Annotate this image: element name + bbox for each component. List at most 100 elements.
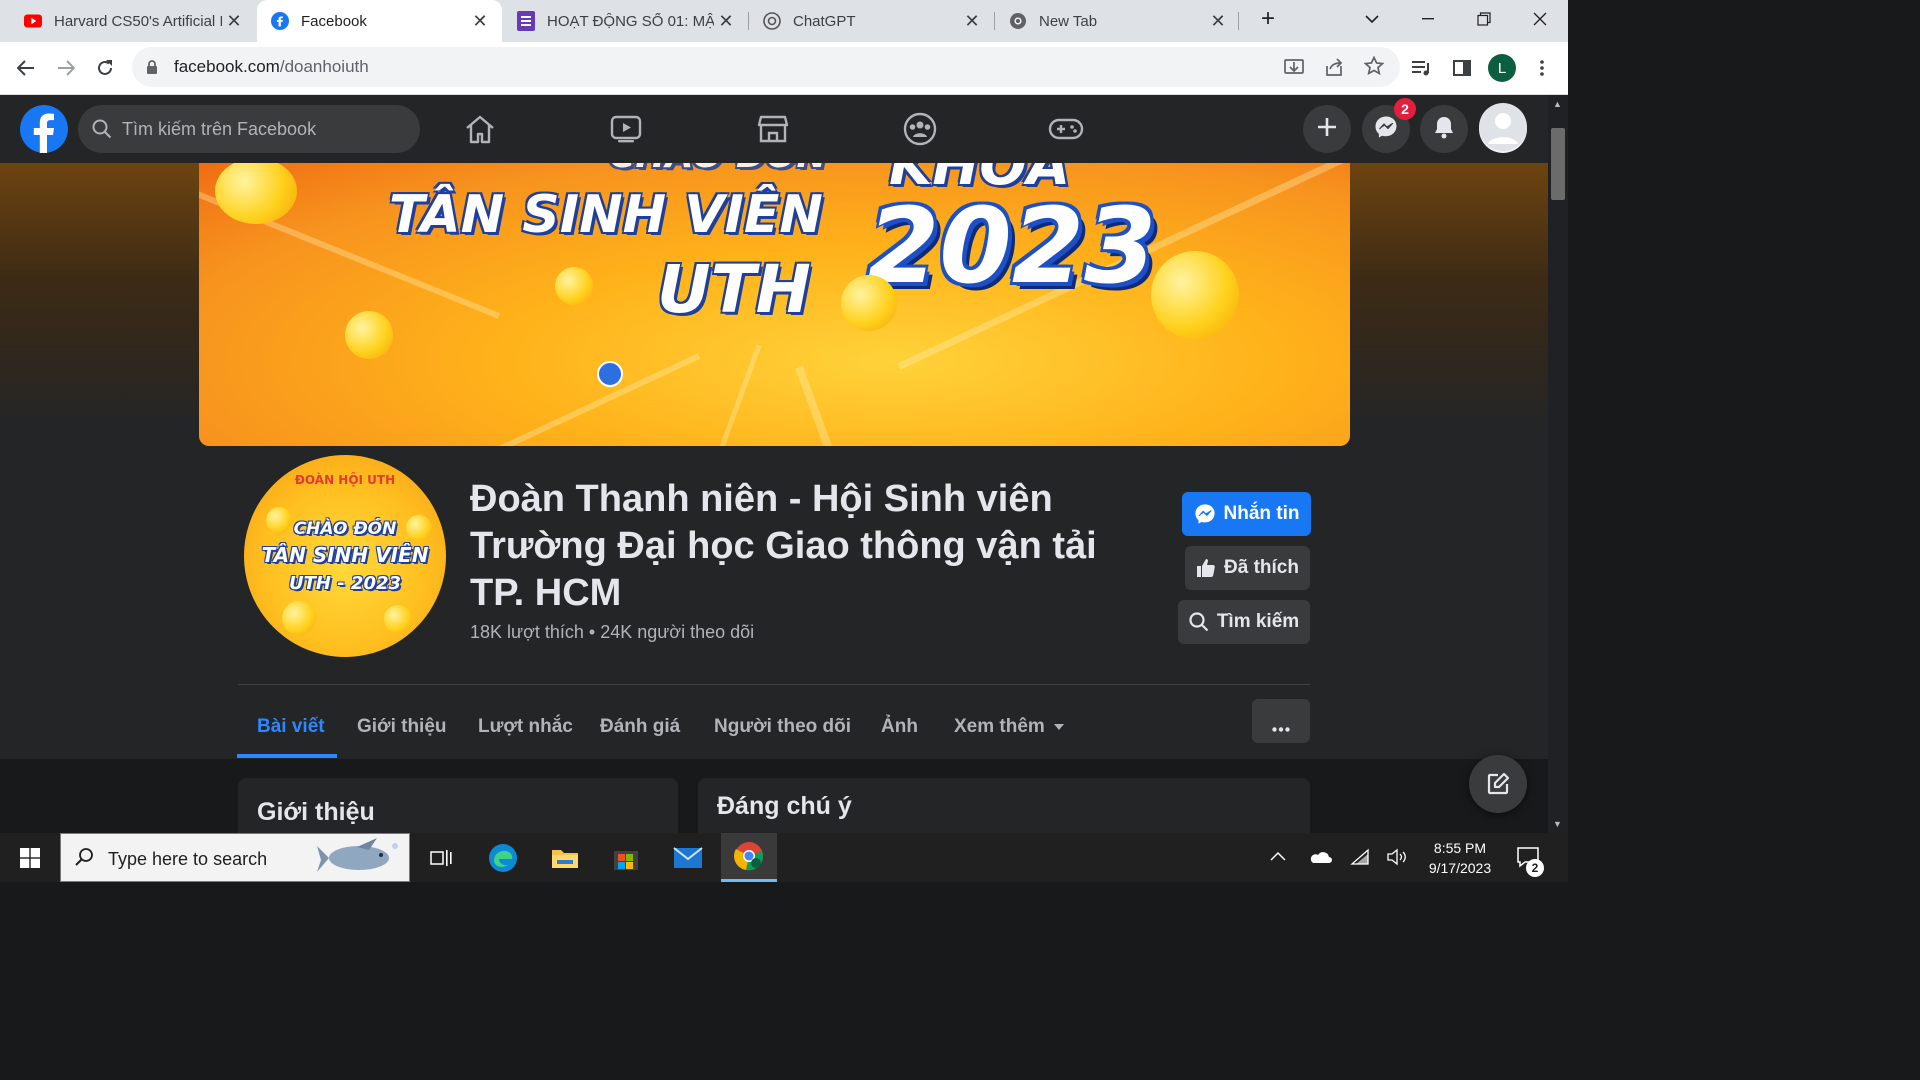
notification-count-badge: 2 xyxy=(1526,859,1544,877)
new-message-button[interactable] xyxy=(1469,755,1527,813)
restore-button[interactable] xyxy=(1456,0,1512,38)
home-nav-icon[interactable] xyxy=(458,107,502,151)
avatar-line2: TÂN SINH VIÊN xyxy=(261,543,429,567)
windows-start-icon[interactable] xyxy=(2,833,58,882)
notifications-button[interactable] xyxy=(1420,105,1468,153)
tab-posts[interactable]: Bài viết xyxy=(257,698,325,756)
close-window-button[interactable] xyxy=(1512,0,1568,38)
file-explorer-icon[interactable] xyxy=(537,833,593,882)
browser-menu-icon[interactable] xyxy=(1526,52,1558,84)
url-path: /doanhoiuth xyxy=(279,57,369,76)
close-icon[interactable]: ✕ xyxy=(714,11,738,32)
intro-card-title: Giới thiệu xyxy=(257,798,375,826)
chrome-taskbar-icon[interactable] xyxy=(721,833,777,882)
bookmark-star-icon[interactable] xyxy=(1363,55,1385,81)
page-title: Đoàn Thanh niên - Hội Sinh viên Trường Đ… xyxy=(470,478,1097,614)
heart-eyes-emoji-icon xyxy=(345,311,393,359)
groups-nav-icon[interactable] xyxy=(898,107,942,151)
wink-emoji-icon-large xyxy=(1151,251,1239,339)
new-tab-button[interactable]: + xyxy=(1240,0,1296,38)
volume-icon[interactable] xyxy=(1387,848,1409,871)
more-options-button[interactable] xyxy=(1252,699,1310,743)
cover-photo[interactable]: CHÀO ĐÓN KHÓA TÂN SINH VIÊN UTH 2023 xyxy=(199,163,1350,446)
marketplace-nav-icon[interactable] xyxy=(751,107,795,151)
message-button-label: Nhắn tin xyxy=(1223,503,1300,524)
scrollbar-thumb[interactable] xyxy=(1551,128,1565,200)
chevron-up-icon[interactable] xyxy=(1270,848,1286,866)
plus-icon xyxy=(1317,117,1337,142)
profile-initial: L xyxy=(1488,54,1516,82)
mail-icon[interactable] xyxy=(660,833,716,882)
tab-new-tab[interactable]: New Tab ✕ xyxy=(995,0,1240,42)
tab-mentions[interactable]: Lượt nhắc xyxy=(478,698,573,756)
page-profile-picture[interactable]: ĐOÀN HỘI UTH CHÀO ĐÓN TÂN SINH VIÊN UTH … xyxy=(240,451,450,661)
close-icon[interactable]: ✕ xyxy=(468,11,492,32)
url-text: facebook.com/doanhoiuth xyxy=(174,57,369,77)
reload-button[interactable] xyxy=(89,52,121,84)
search-highlight-fish-icon xyxy=(317,838,403,883)
tab-youtube[interactable]: Harvard CS50's Artificial Ir ✕ xyxy=(0,0,256,42)
cover-year: 2023 xyxy=(867,185,1157,307)
liked-button[interactable]: Đã thích xyxy=(1185,546,1310,590)
close-icon[interactable]: ✕ xyxy=(222,11,246,32)
message-button[interactable]: Nhắn tin xyxy=(1182,492,1311,536)
minimize-button[interactable] xyxy=(1400,0,1456,38)
tab-more[interactable]: Xem thêm xyxy=(954,698,1065,756)
close-icon[interactable]: ✕ xyxy=(1206,11,1230,32)
tab-search-chevron-icon[interactable] xyxy=(1344,0,1400,38)
tab-photos[interactable]: Ảnh xyxy=(881,698,918,756)
watch-nav-icon[interactable] xyxy=(604,107,648,151)
facebook-search-input[interactable]: Tìm kiếm trên Facebook xyxy=(78,105,420,153)
emoji-icon xyxy=(406,515,432,541)
install-app-icon[interactable] xyxy=(1284,57,1304,82)
thumbs-up-icon xyxy=(1196,558,1216,578)
taskbar-search-input[interactable]: Type here to search xyxy=(60,833,410,882)
onedrive-icon[interactable] xyxy=(1308,850,1332,869)
chrome-icon xyxy=(1009,12,1027,30)
side-panel-icon[interactable] xyxy=(1446,52,1478,84)
cover-school-name: UTH xyxy=(657,251,811,328)
gaming-nav-icon[interactable] xyxy=(1044,107,1088,151)
media-controls-icon[interactable] xyxy=(1406,52,1438,84)
cover-headline: TÂN SINH VIÊN xyxy=(389,185,823,245)
windows-taskbar: Type here to search 8:55 PM 9/17/2023 2 xyxy=(0,833,1568,882)
blue-ball-icon xyxy=(597,361,623,387)
lock-icon[interactable] xyxy=(146,59,158,80)
smile-emoji-icon xyxy=(215,163,297,224)
page-scrollbar[interactable]: ▲ ▼ xyxy=(1548,95,1568,833)
browser-toolbar: facebook.com/doanhoiuth L xyxy=(0,42,1568,95)
back-button[interactable] xyxy=(10,52,42,84)
tab-forms[interactable]: HOẠT ĐỘNG SỐ 01: MẬT ✕ xyxy=(503,0,748,42)
facebook-logo-icon[interactable] xyxy=(20,105,68,158)
emoji-icon xyxy=(384,605,412,633)
close-icon[interactable]: ✕ xyxy=(960,11,984,32)
tab-facebook[interactable]: Facebook ✕ xyxy=(257,0,502,42)
scroll-down-arrow-icon[interactable]: ▼ xyxy=(1553,819,1562,829)
search-icon xyxy=(92,119,112,144)
tab-followers[interactable]: Người theo dõi xyxy=(714,698,851,756)
profile-avatar[interactable]: L xyxy=(1486,52,1518,84)
page-search-button[interactable]: Tìm kiếm xyxy=(1178,600,1310,644)
messenger-icon xyxy=(1374,115,1398,144)
create-button[interactable] xyxy=(1303,105,1351,153)
page-stats: 18K lượt thích • 24K người theo dõi xyxy=(470,622,755,642)
microsoft-store-icon[interactable] xyxy=(598,833,654,882)
emoji-icon xyxy=(266,507,292,533)
tab-reviews[interactable]: Đánh giá xyxy=(600,698,680,756)
tab-chatgpt[interactable]: ChatGPT ✕ xyxy=(749,0,994,42)
task-view-icon[interactable] xyxy=(413,833,469,882)
tab-title: Harvard CS50's Artificial Ir xyxy=(54,12,222,30)
address-bar[interactable]: facebook.com/doanhoiuth xyxy=(132,47,1400,87)
scroll-up-arrow-icon[interactable]: ▲ xyxy=(1553,99,1562,109)
forward-button[interactable] xyxy=(50,52,82,84)
emoji-icon xyxy=(282,601,316,635)
wifi-icon[interactable] xyxy=(1350,848,1370,871)
taskbar-search-placeholder: Type here to search xyxy=(108,849,268,869)
share-icon[interactable] xyxy=(1324,57,1344,82)
tab-about[interactable]: Giới thiệu xyxy=(357,698,447,756)
edge-icon[interactable] xyxy=(475,833,531,882)
facebook-icon xyxy=(271,12,289,30)
facebook-header: Tìm kiếm trên Facebook 2 xyxy=(0,95,1548,164)
account-avatar[interactable] xyxy=(1479,102,1527,153)
system-clock[interactable]: 8:55 PM 9/17/2023 xyxy=(1416,838,1504,878)
